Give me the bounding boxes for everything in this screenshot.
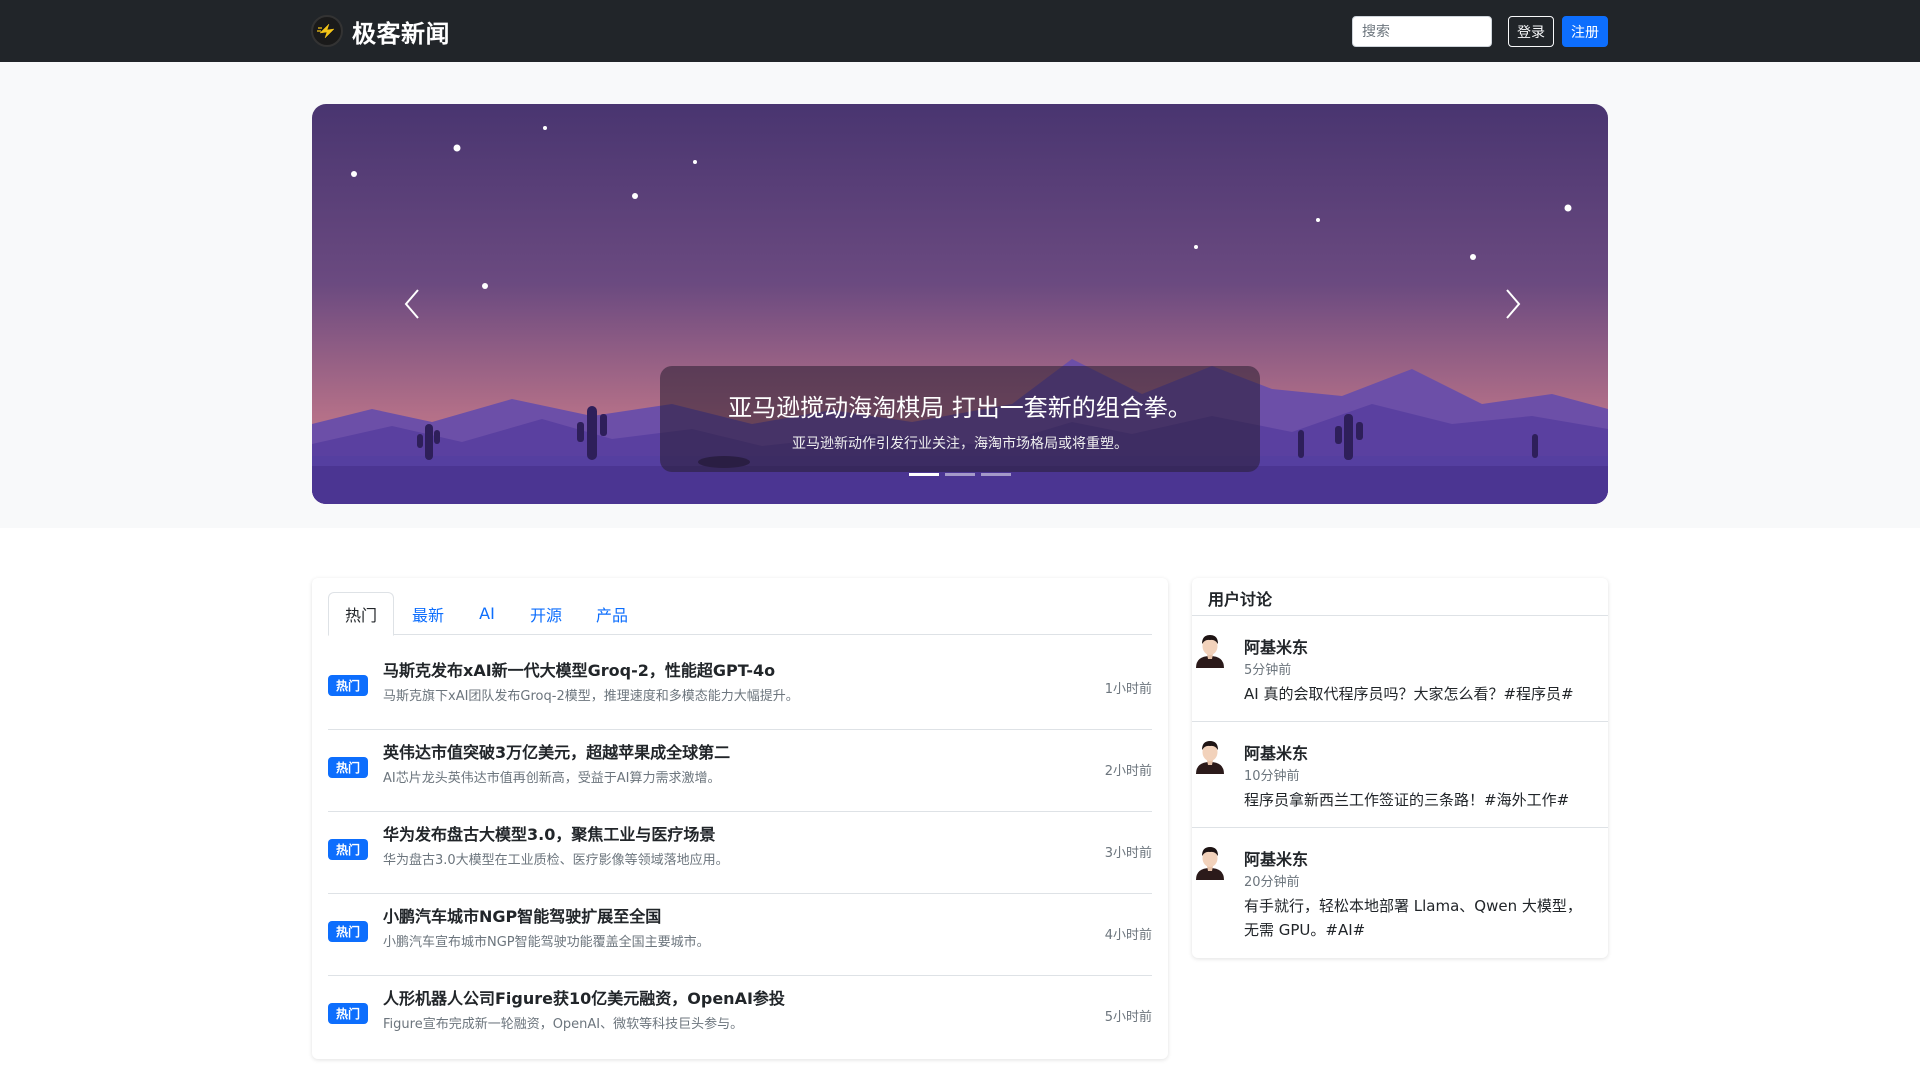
carousel-title: 亚马逊搅动海淘棋局 打出一套新的组合拳。 [728, 394, 1192, 422]
brand-name: 极客新闻 [352, 19, 450, 48]
carousel-next-button[interactable] [1483, 264, 1543, 344]
avatar [1196, 847, 1224, 880]
news-time: 3小时前 [1104, 846, 1152, 861]
tab-latest[interactable]: 最新 [396, 592, 460, 635]
news-desc: 马斯克旗下xAI团队发布Groq-2模型，推理速度和多模态能力大幅提升。 [383, 689, 799, 704]
discussion-time: 20分钟前 [1244, 875, 1300, 890]
carousel-indicators [909, 473, 1011, 476]
lightning-bolt-icon [311, 15, 343, 47]
chevron-right-icon [1506, 289, 1521, 319]
news-desc: 小鹏汽车宣布城市NGP智能驾驶功能覆盖全国主要城市。 [383, 935, 710, 950]
discussion-text[interactable]: 程序员拿新西兰工作签证的三条路！#海外工作# [1244, 788, 1594, 812]
brand[interactable]: 极客新闻 [311, 13, 450, 49]
carousel-prev-button[interactable] [382, 264, 442, 344]
tab-product[interactable]: 产品 [580, 592, 644, 635]
carousel[interactable]: 亚马逊搅动海淘棋局 打出一套新的组合拳。 亚马逊新动作引发行业关注，海淘市场格局… [312, 104, 1608, 504]
hot-badge: 热门 [328, 839, 368, 860]
discussion-text[interactable]: AI 真的会取代程序员吗？大家怎么看？#程序员# [1244, 682, 1594, 706]
chevron-left-icon [404, 289, 419, 319]
news-title[interactable]: 马斯克发布xAI新一代大模型Groq-2，性能超GPT-4o [383, 657, 775, 681]
news-card: 热门 最新 AI 开源 产品 热门 马斯克发布xAI新一代大模型Groq-2，性… [312, 578, 1168, 1059]
news-desc: Figure宣布完成新一轮融资，OpenAI、微软等科技巨头参与。 [383, 1017, 744, 1032]
search-input[interactable] [1352, 16, 1492, 47]
discussion-user[interactable]: 阿基米东 [1244, 740, 1308, 764]
hot-badge: 热门 [328, 921, 368, 942]
news-item[interactable]: 热门 小鹏汽车城市NGP智能驾驶扩展至全国 小鹏汽车宣布城市NGP智能驾驶功能覆… [328, 894, 1152, 976]
news-item[interactable]: 热门 马斯克发布xAI新一代大模型Groq-2，性能超GPT-4o 马斯克旗下x… [328, 648, 1152, 730]
discussion-card: 用户讨论 阿基米东 5分钟前 AI 真的会取代程序员吗？大家怎么看？#程序员# … [1192, 578, 1608, 958]
discussion-item[interactable]: 阿基米东 10分钟前 程序员拿新西兰工作签证的三条路！#海外工作# [1192, 722, 1608, 828]
avatar [1196, 635, 1224, 668]
login-button[interactable]: 登录 [1508, 16, 1554, 47]
news-time: 5小时前 [1104, 1010, 1152, 1025]
news-time: 2小时前 [1104, 764, 1152, 779]
discussion-item[interactable]: 阿基米东 5分钟前 AI 真的会取代程序员吗？大家怎么看？#程序员# [1192, 616, 1608, 722]
carousel-indicator[interactable] [981, 473, 1011, 476]
register-button[interactable]: 注册 [1562, 16, 1608, 47]
discussion-header: 用户讨论 [1192, 578, 1608, 616]
news-time: 4小时前 [1104, 928, 1152, 943]
discussion-text[interactable]: 有手就行，轻松本地部署 Llama、Qwen 大模型，无需 GPU。#AI# [1244, 894, 1594, 942]
hot-badge: 热门 [328, 757, 368, 778]
discussion-item[interactable]: 阿基米东 20分钟前 有手就行，轻松本地部署 Llama、Qwen 大模型，无需… [1192, 828, 1608, 956]
discussion-time: 5分钟前 [1244, 663, 1292, 678]
discussion-time: 10分钟前 [1244, 769, 1300, 784]
news-item[interactable]: 热门 英伟达市值突破3万亿美元，超越苹果成全球第二 AI芯片龙头英伟达市值再创新… [328, 730, 1152, 812]
news-title[interactable]: 人形机器人公司Figure获10亿美元融资，OpenAI参投 [383, 985, 785, 1009]
carousel-caption: 亚马逊搅动海淘棋局 打出一套新的组合拳。 亚马逊新动作引发行业关注，海淘市场格局… [660, 366, 1260, 472]
news-desc: 华为盘古3.0大模型在工业质检、医疗影像等领域落地应用。 [383, 853, 729, 868]
carousel-subtitle: 亚马逊新动作引发行业关注，海淘市场格局或将重塑。 [792, 436, 1128, 452]
news-item[interactable]: 热门 华为发布盘古大模型3.0，聚焦工业与医疗场景 华为盘古3.0大模型在工业质… [328, 812, 1152, 894]
carousel-indicator[interactable] [945, 473, 975, 476]
tab-hot[interactable]: 热门 [328, 592, 394, 636]
hot-badge: 热门 [328, 675, 368, 696]
discussion-user[interactable]: 阿基米东 [1244, 634, 1308, 658]
avatar [1196, 741, 1224, 774]
navbar: 极客新闻 登录 注册 [0, 0, 1920, 62]
hot-badge: 热门 [328, 1003, 368, 1024]
news-title[interactable]: 华为发布盘古大模型3.0，聚焦工业与医疗场景 [383, 821, 715, 845]
carousel-indicator[interactable] [909, 473, 939, 476]
tab-opensource[interactable]: 开源 [514, 592, 578, 635]
tab-ai[interactable]: AI [462, 592, 512, 635]
news-time: 1小时前 [1104, 682, 1152, 697]
news-list: 热门 马斯克发布xAI新一代大模型Groq-2，性能超GPT-4o 马斯克旗下x… [328, 648, 1152, 1058]
news-title[interactable]: 小鹏汽车城市NGP智能驾驶扩展至全国 [383, 903, 661, 927]
news-item[interactable]: 热门 人形机器人公司Figure获10亿美元融资，OpenAI参投 Figure… [328, 976, 1152, 1058]
news-tabs: 热门 最新 AI 开源 产品 [328, 592, 1152, 636]
discussion-user[interactable]: 阿基米东 [1244, 846, 1308, 870]
news-title[interactable]: 英伟达市值突破3万亿美元，超越苹果成全球第二 [383, 739, 730, 763]
news-desc: AI芯片龙头英伟达市值再创新高，受益于AI算力需求激增。 [383, 771, 721, 786]
